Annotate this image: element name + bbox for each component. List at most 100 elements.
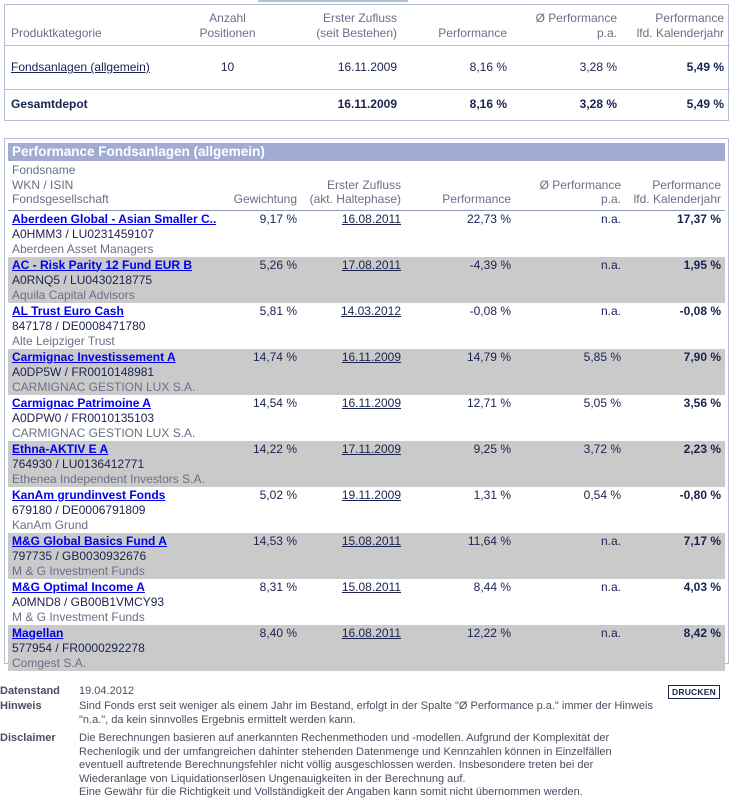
fund-row: M&G Global Basics Fund A 797735 / GB00309… (8, 532, 725, 579)
col-header-zufluss-halte: Erster Zufluss (akt. Haltephase) (309, 177, 401, 207)
total-zufluss: 16.11.2009 (337, 97, 397, 112)
fund-weight: 5,26 % (259, 257, 297, 272)
fund-name-link[interactable]: Ethna-AKTIV E A (12, 442, 216, 457)
fund-perf-pa: 3,72 % (583, 441, 621, 456)
fund-perf-pa: n.a. (600, 303, 621, 318)
col-header-perf-kj: Performance lfd. Kalenderjahr (633, 177, 721, 207)
fund-perf-kj: 7,17 % (683, 533, 721, 548)
fund-perf-pa: n.a. (600, 257, 621, 272)
fund-company: Ethenea Independent Investors S.A. (12, 471, 205, 486)
fund-perf-kj: 4,03 % (683, 579, 721, 594)
fund-row: M&G Optimal Income A A0MND8 / GB00B1VMCY9… (8, 579, 725, 625)
col-header-anzahl: Anzahl Positionen (199, 10, 256, 40)
fund-performance: 12,22 % (466, 625, 511, 640)
fund-date-link[interactable]: 15.08.2011 (305, 580, 401, 595)
fund-weight: 5,02 % (259, 487, 297, 502)
fund-name-link[interactable]: M&G Optimal Income A (12, 580, 216, 595)
col-header-perf-pa: Ø Performance p.a. (535, 10, 617, 40)
fund-wkn-isin: A0MND8 / GB00B1VMCY93 (12, 594, 165, 609)
fund-company: M & G Investment Funds (12, 609, 145, 624)
fund-perf-pa: n.a. (600, 579, 621, 594)
fund-perf-pa: n.a. (600, 625, 621, 640)
fund-weight: 5,81 % (259, 303, 297, 318)
fund-date-link[interactable]: 16.08.2011 (305, 212, 401, 227)
fund-name-link[interactable]: Aberdeen Global - Asian Smaller C... (12, 212, 216, 227)
fund-performance: 22,73 % (466, 211, 511, 226)
fund-perf-kj: 7,90 % (683, 349, 721, 364)
fund-wkn-isin: 679180 / DE0006791809 (12, 502, 146, 517)
disclaimer-text-main: Die Berechnungen basieren auf anerkannte… (79, 732, 612, 785)
fund-perf-pa: 5,05 % (583, 395, 621, 410)
print-button[interactable]: DRUCKEN (668, 685, 720, 699)
col-header-performance: Performance (442, 192, 511, 206)
summary-header-row: Produktkategorie Anzahl Positionen Erster… (5, 5, 730, 45)
fund-date-link[interactable]: 17.11.2009 (305, 442, 401, 457)
anzahl-value: 10 (220, 60, 235, 74)
fund-weight: 14,53 % (252, 533, 297, 548)
fund-performance: 14,79 % (466, 349, 511, 364)
fund-row: Magellan 577954 / FR0000292278 Comgest S.A… (8, 624, 725, 671)
fund-perf-kj: -0,08 % (679, 303, 721, 318)
fund-row: Ethna-AKTIV E A 764930 / LU0136412771 Ethe… (8, 440, 725, 487)
fund-weight: 14,74 % (252, 349, 297, 364)
datenstand-value: 19.04.2012 (79, 685, 135, 697)
col-header-kategorie: Produktkategorie (11, 25, 102, 40)
fund-name-link[interactable]: Carmignac Investissement A (12, 350, 216, 365)
fund-wkn-isin: 847178 / DE0008471780 (12, 318, 146, 333)
col-header-gewichtung: Gewichtung (233, 192, 297, 206)
total-performance: 8,16 % (469, 97, 507, 112)
fund-perf-kj: 8,42 % (683, 625, 721, 640)
hinweis-label: Hinweis (0, 700, 42, 712)
hinweis-text: Sind Fonds erst seit weniger als einem J… (79, 700, 653, 726)
fund-company: M & G Investment Funds (12, 563, 145, 578)
fund-name-link[interactable]: AC - Risk Parity 12 Fund EUR B (12, 258, 216, 273)
col-header-zufluss: Erster Zufluss (seit Bestehen) (316, 10, 397, 40)
fund-wkn-isin: 797735 / GB0030932676 (12, 548, 147, 563)
performance-table: Fondsname WKN / ISIN Fondsgesellschaft Gew… (8, 163, 725, 671)
col-header-fondsname: Fondsname WKN / ISIN Fondsgesellschaft (12, 163, 109, 206)
fund-perf-kj: 3,56 % (683, 395, 721, 410)
fund-row: Carmignac Investissement A A0DP5W / FR001… (8, 348, 725, 395)
fund-name-link[interactable]: Carmignac Patrimoine A (12, 396, 216, 411)
fund-date-link[interactable]: 15.08.2011 (305, 534, 401, 549)
fund-date-link[interactable]: 19.11.2009 (305, 488, 401, 503)
fund-row: AC - Risk Parity 12 Fund EUR B A0RNQ5 / L… (8, 256, 725, 303)
fund-date-link[interactable]: 14.03.2012 (305, 304, 401, 319)
fund-date-link[interactable]: 16.11.2009 (305, 396, 401, 411)
summary-row-fondsanlagen: Fondsanlagen (allgemein) 10 16.11.2009 8… (5, 45, 730, 89)
fund-weight: 8,40 % (259, 625, 297, 640)
fondsanlagen-link[interactable]: Fondsanlagen (allgemein) (11, 60, 150, 74)
fund-name-link[interactable]: AL Trust Euro Cash (12, 304, 216, 319)
fund-name-link[interactable]: M&G Global Basics Fund A (12, 534, 216, 549)
fund-wkn-isin: A0DPW0 / FR0010135103 (12, 410, 155, 425)
fund-perf-kj: 17,37 % (676, 211, 721, 226)
zufluss-value: 16.11.2009 (337, 60, 397, 74)
fund-company: CARMIGNAC GESTION LUX S.A. (12, 379, 196, 394)
fund-weight: 8,31 % (259, 579, 297, 594)
total-perf-pa: 3,28 % (579, 97, 617, 112)
fund-performance: -4,39 % (469, 257, 511, 272)
fund-performance: 12,71 % (466, 395, 511, 410)
fund-wkn-isin: A0DP5W / FR0010148981 (12, 364, 155, 379)
fund-date-link[interactable]: 17.08.2011 (305, 258, 401, 273)
disclaimer-text-gewaehr: Eine Gewähr für die Richtigkeit und Voll… (79, 786, 583, 798)
fund-company: KanAm Grund (12, 517, 89, 532)
perf-pa-value: 3,28 % (579, 60, 617, 74)
fund-perf-pa: n.a. (600, 533, 621, 548)
col-header-perf-pa: Ø Performance p.a. (539, 177, 621, 207)
performance-panel: Performance Fondsanlagen (allgemein) Fon… (4, 138, 729, 671)
fund-weight: 14,22 % (252, 441, 297, 456)
fund-wkn-isin: A0HMM3 / LU0231459107 (12, 226, 155, 241)
fund-performance: 11,64 % (467, 533, 511, 548)
fund-weight: 9,17 % (259, 211, 297, 226)
fund-perf-pa: 5,85 % (583, 349, 621, 364)
fund-date-link[interactable]: 16.08.2011 (305, 626, 401, 641)
col-header-perf-kj: Performance lfd. Kalenderjahr (636, 10, 724, 40)
fund-name-link[interactable]: Magellan (12, 626, 216, 641)
performance-value: 8,16 % (469, 60, 507, 74)
fund-company: Aberdeen Asset Managers (12, 241, 154, 256)
fund-row: Carmignac Patrimoine A A0DPW0 / FR0010135… (8, 395, 725, 441)
fund-date-link[interactable]: 16.11.2009 (305, 350, 401, 365)
fund-company: CARMIGNAC GESTION LUX S.A. (12, 425, 196, 440)
fund-name-link[interactable]: KanAm grundinvest Fonds (12, 488, 216, 503)
